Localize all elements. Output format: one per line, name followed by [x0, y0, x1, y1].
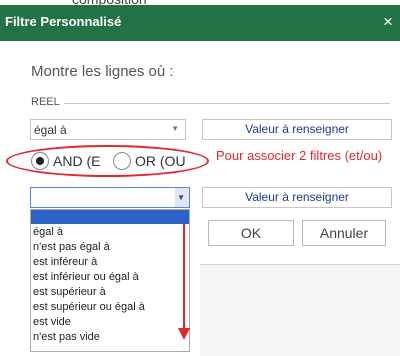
section-divider	[64, 103, 390, 104]
dropdown-item[interactable]: égal à	[33, 226, 63, 238]
dropdown-item[interactable]: est supérieur à	[33, 286, 106, 298]
radio-or[interactable]	[113, 152, 131, 170]
dropdown-item[interactable]: est vide	[33, 316, 71, 328]
dropdown-item[interactable]: n'est pas vide	[33, 331, 100, 343]
annotation-arrow-line	[183, 224, 185, 330]
field-label: REEL	[31, 96, 60, 108]
chevron-down-icon: ▼	[177, 193, 185, 202]
operator-select-1[interactable]: égal à ▼	[30, 119, 186, 140]
dialog-title: Filtre Personnalisé	[5, 14, 122, 29]
radio-and-label: AND (E	[53, 153, 101, 169]
dropdown-options: égal à n'est pas égal à est inféreur à e…	[31, 224, 189, 351]
close-icon[interactable]: ×	[383, 12, 393, 32]
cancel-button[interactable]: Annuler	[302, 220, 386, 246]
filter-heading: Montre les lignes où :	[31, 63, 174, 80]
arrow-down-icon	[178, 328, 190, 340]
value-input-1[interactable]: Valeur à renseigner	[202, 119, 392, 140]
radio-selected-dot	[36, 157, 44, 165]
operator-select-2[interactable]: ▼	[30, 187, 190, 208]
dropdown-item[interactable]: est supérieur ou égal à	[33, 301, 145, 313]
radio-or-label: OR (OU	[135, 153, 186, 169]
dropdown-item[interactable]: est inféreur à	[33, 256, 97, 268]
dropdown-item-blank[interactable]	[31, 210, 189, 224]
annotation-note: Pour associer 2 filtres (et/ou)	[216, 148, 383, 163]
radio-and[interactable]	[31, 152, 49, 170]
dropdown-item[interactable]: est inférieur ou égal à	[33, 271, 139, 283]
dialog-titlebar: Filtre Personnalisé ×	[0, 5, 400, 41]
operator-select-1-value: égal à	[34, 123, 67, 137]
value-input-2[interactable]: Valeur à renseigner	[202, 187, 392, 208]
chevron-down-icon: ▼	[171, 124, 179, 133]
background-area	[200, 265, 400, 356]
ok-button[interactable]: OK	[208, 220, 294, 246]
dropdown-item[interactable]: n'est pas égal à	[33, 241, 110, 253]
